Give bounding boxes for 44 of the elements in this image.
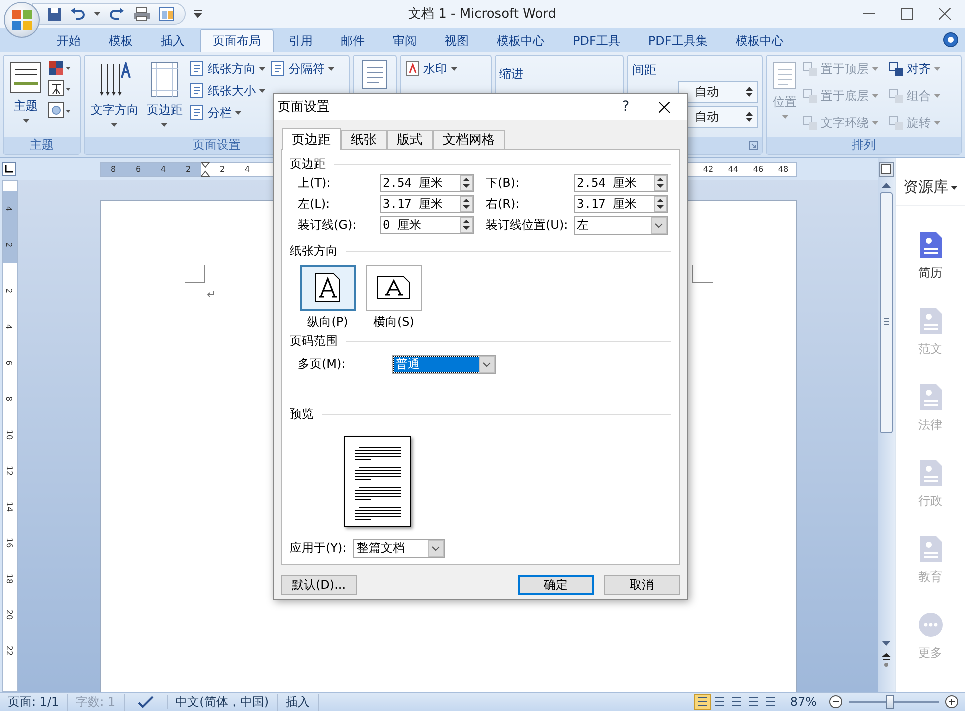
ruler-number: 18: [4, 574, 16, 584]
field-label: 左(L):: [298, 196, 332, 212]
ruler-number: 2: [218, 164, 226, 174]
ruler-number: 4: [244, 164, 252, 174]
ruler-number: 6: [134, 164, 142, 174]
field-label: 下(B):: [485, 174, 521, 192]
ruler-number: 6: [4, 360, 16, 366]
ruler-number: 4: [4, 324, 16, 330]
dialog-title: 页面设置: [278, 99, 331, 116]
ruler-number: 2: [184, 164, 192, 174]
window-title: 文档 1 - Microsoft Word: [408, 6, 557, 23]
ruler-number: 10: [4, 430, 16, 440]
group-label: 主题: [30, 137, 54, 154]
ruler-number: 16: [4, 538, 16, 548]
group-label: 页面设置: [192, 137, 241, 154]
section-title: 页边距: [290, 156, 326, 172]
ruler-number: 42: [702, 164, 715, 174]
section-title: 纸张方向: [290, 242, 338, 260]
ruler-number: 8: [4, 396, 16, 402]
field-label: 上(T):: [298, 174, 332, 192]
ruler-number: 46: [752, 164, 765, 174]
field-label: 应用于(Y):: [290, 540, 347, 557]
field-label: 右(R):: [485, 196, 521, 212]
ruler-number: 44: [727, 164, 740, 174]
indent-label: 缩进: [500, 66, 524, 83]
section-title: 页码范围: [290, 332, 338, 350]
ruler-number: 4: [4, 206, 16, 212]
ruler-number: 2: [4, 288, 16, 294]
ruler-number: 2: [4, 242, 16, 248]
orientation-label: 横向(S): [374, 314, 414, 331]
field-label: 装订线位置(U):: [485, 217, 570, 234]
ruler-number: 8: [110, 164, 118, 174]
section-title: 预览: [290, 406, 314, 422]
ruler-number: 4: [160, 164, 168, 174]
ruler-number: 14: [4, 502, 16, 512]
group-label: 排列: [852, 137, 876, 154]
ruler-number: 20: [4, 610, 16, 620]
field-label: 装订线(G):: [298, 217, 358, 234]
ruler-number: 22: [4, 646, 16, 656]
field-label: 多页(M):: [298, 356, 347, 373]
ruler-number: 48: [777, 164, 790, 174]
ruler-number: 12: [4, 466, 16, 476]
orientation-label: 纵向(P): [308, 314, 348, 331]
spacing-label: 间距: [632, 62, 658, 79]
